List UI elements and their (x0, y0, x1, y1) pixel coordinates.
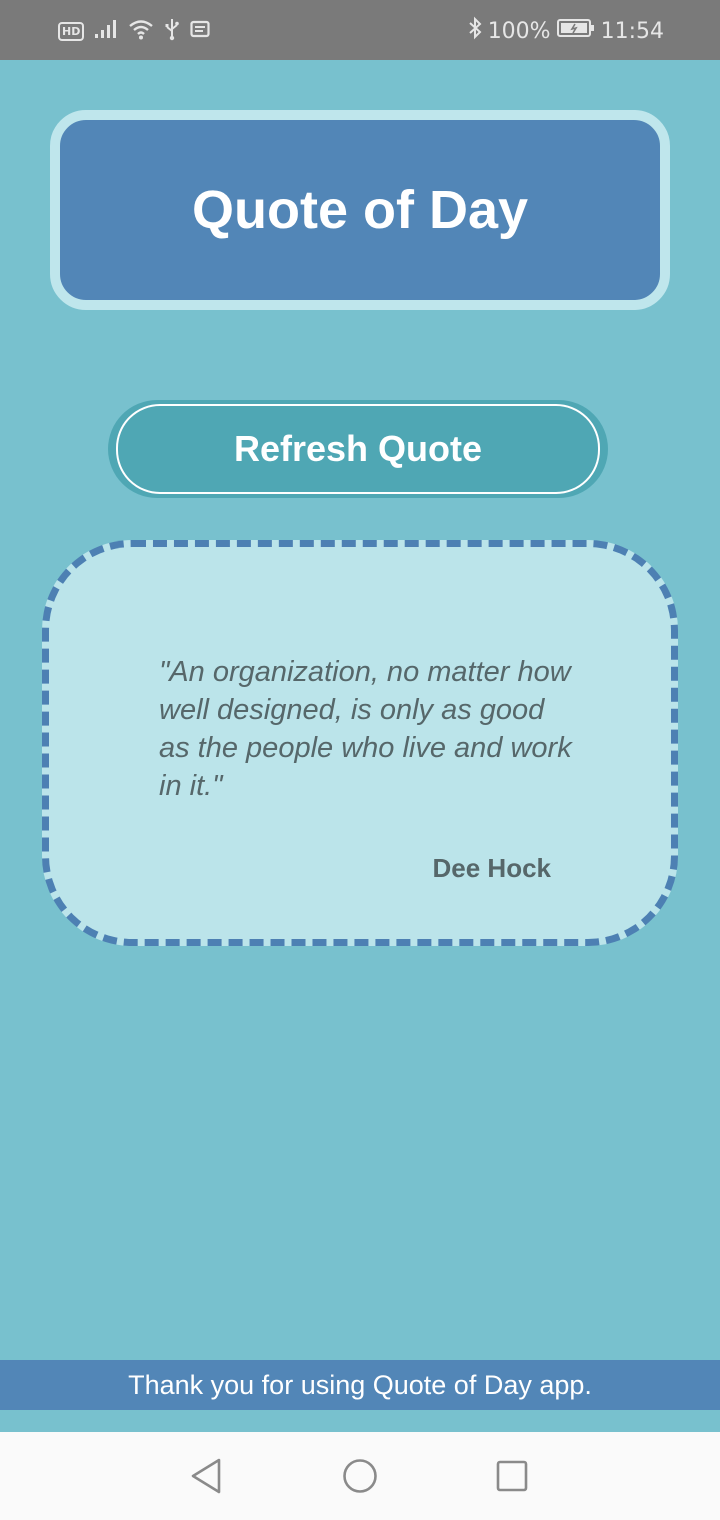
clock: 11:54 (600, 18, 664, 44)
status-icons-left: HD (58, 18, 210, 44)
refresh-button-container: Refresh Quote (108, 400, 608, 498)
usb-icon (164, 17, 180, 45)
refresh-quote-button[interactable]: Refresh Quote (116, 404, 600, 494)
quote-text: "An organization, no matter how well des… (159, 656, 572, 802)
battery-percent: 100% (487, 18, 551, 44)
recents-icon[interactable] (490, 1454, 534, 1498)
quote-author: Dee Hock (432, 853, 552, 883)
status-icons-right: 100% 11:54 (468, 16, 664, 46)
footer-banner: Thank you for using Quote of Day app. (0, 1360, 720, 1410)
battery-icon (556, 18, 595, 44)
status-bar: HD 100% 11:54 (0, 0, 720, 60)
notification-icon (190, 20, 210, 42)
title-card: Quote of Day (50, 110, 670, 310)
navigation-bar (0, 1432, 720, 1520)
hd-icon: HD (58, 21, 85, 41)
footer-text: Thank you for using Quote of Day app. (128, 1369, 592, 1400)
signal-icon (94, 19, 118, 43)
page-title: Quote of Day (191, 180, 529, 240)
bluetooth-icon (468, 16, 482, 46)
home-icon[interactable] (338, 1454, 382, 1498)
back-icon[interactable] (184, 1454, 228, 1498)
quote-card: "An organization, no matter how well des… (42, 540, 678, 946)
wifi-icon (128, 18, 154, 44)
